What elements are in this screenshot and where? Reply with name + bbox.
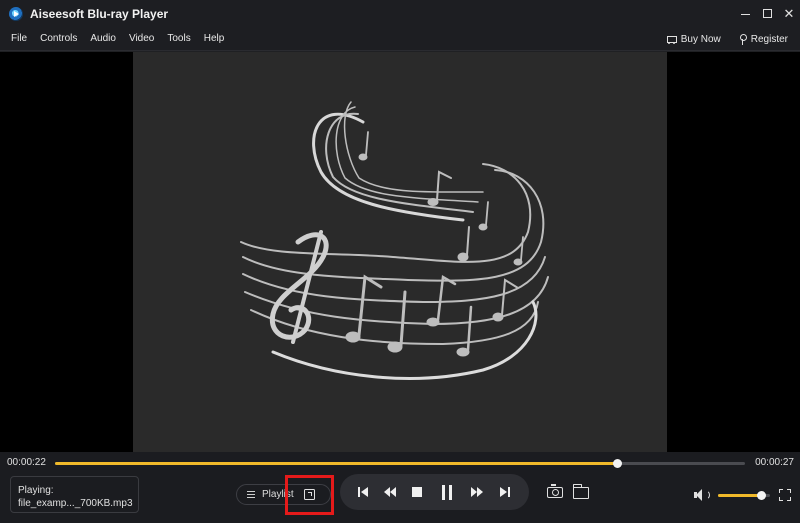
maximize-button[interactable]: [756, 0, 778, 27]
video-area[interactable]: [0, 52, 800, 452]
menu-video[interactable]: Video: [129, 33, 154, 44]
highlight-annotation: [285, 475, 334, 515]
fast-forward-button[interactable]: [467, 483, 487, 501]
app-title: Aiseesoft Blu-ray Player: [30, 6, 169, 21]
app-logo-icon: [9, 6, 23, 21]
fullscreen-icon[interactable]: [779, 489, 791, 501]
previous-button[interactable]: [353, 483, 373, 501]
close-button[interactable]: ✕: [778, 0, 800, 27]
window-controls: ✕: [734, 0, 800, 27]
progress-row: 00:00:22 00:00:27: [0, 452, 800, 474]
menu-bar: File Controls Audio Video Tools Help Buy…: [0, 27, 800, 51]
menu-tools[interactable]: Tools: [167, 33, 190, 44]
register-label: Register: [750, 33, 788, 45]
menu-help[interactable]: Help: [204, 33, 225, 44]
now-playing-label: Playing:: [18, 485, 54, 496]
open-folder-icon[interactable]: [572, 484, 589, 499]
cart-icon: [666, 35, 677, 44]
skip-forward-icon: [500, 487, 510, 497]
volume-slider[interactable]: [718, 491, 770, 500]
current-time: 00:00:22: [7, 457, 46, 468]
stop-button[interactable]: [407, 483, 427, 501]
next-button[interactable]: [495, 483, 515, 501]
rewind-icon: [383, 487, 397, 497]
rewind-button[interactable]: [380, 483, 400, 501]
music-notes-artwork: [240, 101, 549, 380]
buy-now-button[interactable]: Buy Now: [666, 34, 721, 45]
menu-file[interactable]: File: [11, 33, 27, 44]
title-bar: Aiseesoft Blu-ray Player ✕: [0, 0, 800, 27]
key-icon: [739, 33, 747, 45]
transport-controls: [340, 474, 529, 510]
fast-forward-icon: [470, 487, 484, 497]
pause-button[interactable]: [437, 483, 457, 501]
now-playing-file: file_examp..._700KB.mp3: [18, 498, 133, 509]
seek-bar-handle[interactable]: [613, 459, 623, 468]
volume-slider-fill: [718, 494, 762, 497]
buy-now-label: Buy Now: [680, 33, 721, 45]
list-icon: [247, 491, 255, 498]
minimize-button[interactable]: [734, 0, 756, 27]
stop-icon: [412, 487, 422, 497]
menu-controls[interactable]: Controls: [40, 33, 77, 44]
now-playing-box: Playing: file_examp..._700KB.mp3: [10, 476, 139, 513]
seek-bar-fill: [55, 462, 618, 465]
control-bar: Playing: file_examp..._700KB.mp3 Playlis…: [0, 474, 800, 523]
menu-audio[interactable]: Audio: [90, 33, 116, 44]
total-time: 00:00:27: [755, 457, 794, 468]
menu-right-group: Buy Now Register: [666, 27, 788, 51]
snapshot-camera-icon[interactable]: [547, 484, 563, 498]
pause-icon: [442, 484, 452, 500]
volume-slider-handle[interactable]: [757, 491, 767, 500]
seek-bar[interactable]: [55, 459, 745, 468]
album-art-music-notes: [133, 52, 667, 452]
skip-back-icon: [358, 487, 368, 497]
register-button[interactable]: Register: [739, 33, 788, 45]
